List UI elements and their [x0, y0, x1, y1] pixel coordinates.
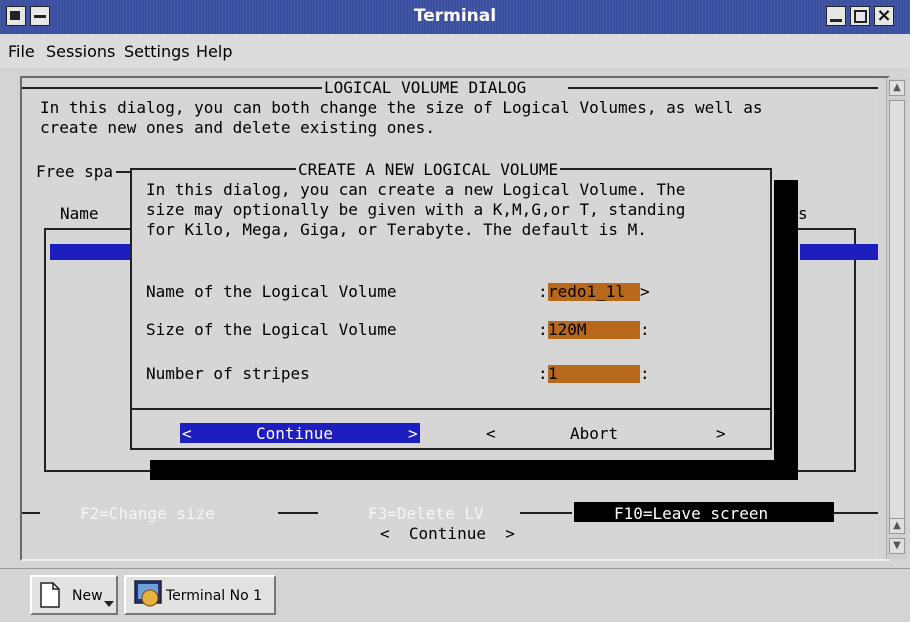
- stripes-field-prefix: :: [538, 364, 548, 383]
- free-space-label: Free spa: [36, 162, 114, 181]
- f10-leave-screen[interactable]: F10=Leave screen: [614, 504, 768, 523]
- continue-left-bracket: <: [182, 424, 192, 443]
- create-desc-line2: size may optionally be given with a K,M,…: [146, 200, 686, 219]
- create-desc-line1: In this dialog, you can create a new Log…: [146, 180, 686, 199]
- create-dialog-title: CREATE A NEW LOGICAL VOLUME: [296, 160, 561, 179]
- terminal-screen[interactable]: LOGICAL VOLUME DIALOG In this dialog, yo…: [22, 78, 878, 559]
- close-icon[interactable]: ×: [874, 6, 894, 26]
- stripes-field-label: Number of stripes: [146, 364, 310, 383]
- fkey-rule-3: [520, 512, 572, 514]
- terminal-scrollbar[interactable]: ▲ ▲ ▼: [886, 78, 907, 559]
- stripes-field-end: :: [640, 364, 650, 383]
- new-session-button[interactable]: New: [30, 575, 118, 615]
- scroll-down-icon[interactable]: ▼: [889, 538, 905, 554]
- abort-right-bracket: >: [716, 424, 726, 443]
- list-selection-left[interactable]: [50, 244, 130, 260]
- terminal-session-label: Terminal No 1: [166, 588, 263, 604]
- list-border-right: [854, 228, 856, 472]
- title-bar: Terminal ×: [0, 0, 910, 34]
- continue-label[interactable]: Continue: [256, 424, 333, 443]
- window-title: Terminal: [413, 6, 497, 26]
- list-border-bottom-right: [798, 470, 856, 472]
- name-field-prefix: :: [538, 282, 548, 301]
- name-column-header: Name: [60, 204, 99, 223]
- minimize-icon[interactable]: [826, 6, 846, 26]
- bottom-continue[interactable]: < Continue >: [380, 524, 515, 543]
- outer-border-top-right: [568, 87, 878, 89]
- maximize-icon[interactable]: [850, 6, 870, 26]
- new-session-label: New: [72, 588, 103, 604]
- dialog-shadow-right: [774, 180, 798, 478]
- menu-file[interactable]: File: [8, 42, 35, 61]
- dialog-shadow-bottom: [150, 460, 798, 480]
- name-field-label: Name of the Logical Volume: [146, 282, 397, 301]
- outer-desc-line1: In this dialog, you can both change the …: [40, 98, 763, 117]
- list-border-bottom-left: [44, 470, 150, 472]
- size-field-value[interactable]: 120M: [548, 320, 587, 339]
- size-field-prefix: :: [538, 320, 548, 339]
- outer-border-top-left: [22, 87, 322, 89]
- list-border-top-right: [798, 228, 856, 230]
- menu-bar: File Sessions Settings Help: [0, 34, 910, 68]
- fkey-rule-2: [278, 512, 318, 514]
- outer-dialog-title: LOGICAL VOLUME DIALOG: [324, 78, 527, 97]
- right-column-header: s: [798, 204, 808, 223]
- size-field-label: Size of the Logical Volume: [146, 320, 397, 339]
- scroll-up-lower-icon[interactable]: ▲: [889, 518, 905, 534]
- menu-sessions[interactable]: Sessions: [46, 42, 115, 61]
- abort-left-bracket: <: [486, 424, 496, 443]
- terminal-session-tab[interactable]: Terminal No 1: [124, 575, 276, 615]
- menu-settings[interactable]: Settings: [124, 42, 190, 61]
- fkey-rule-1: [22, 512, 40, 514]
- new-document-icon: [40, 582, 60, 608]
- list-border-left: [44, 228, 46, 472]
- scroll-up-icon[interactable]: ▲: [889, 80, 905, 96]
- size-field-end: :: [640, 320, 650, 339]
- list-selection-right[interactable]: [800, 244, 878, 260]
- terminal-shell-icon: [134, 580, 162, 607]
- name-field-value[interactable]: redo1_1l: [548, 282, 625, 301]
- dialog-button-separator: [130, 408, 772, 410]
- abort-button[interactable]: Abort: [570, 424, 618, 443]
- continue-right-bracket: >: [408, 424, 418, 443]
- f2-change-size[interactable]: F2=Change size: [80, 504, 215, 523]
- stripes-field[interactable]: [548, 365, 640, 383]
- outer-desc-line2: create new ones and delete existing ones…: [40, 118, 435, 137]
- list-border-top-left: [44, 228, 130, 230]
- new-dropdown-icon[interactable]: [104, 601, 114, 607]
- menu-help[interactable]: Help: [196, 42, 232, 61]
- f3-delete-lv[interactable]: F3=Delete LV: [368, 504, 484, 523]
- name-field-overflow-marker: >: [640, 282, 650, 301]
- scroll-thumb[interactable]: [889, 100, 905, 530]
- taskbar: New Terminal No 1: [0, 568, 910, 622]
- fkey-rule-4: [834, 512, 878, 514]
- create-desc-line3: for Kilo, Mega, Giga, or Terabyte. The d…: [146, 220, 647, 239]
- stripes-field-value[interactable]: 1: [548, 364, 558, 383]
